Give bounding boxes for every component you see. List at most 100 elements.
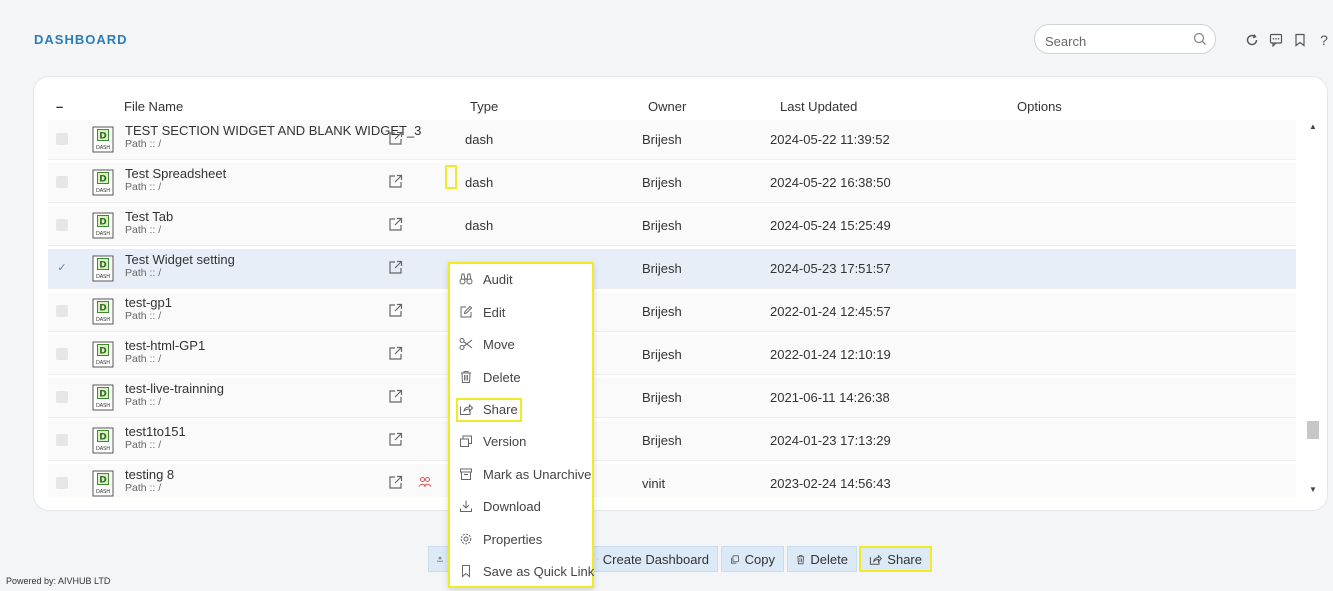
file-name[interactable]: TEST SECTION WIDGET AND BLANK WIDGET_3 (125, 123, 421, 138)
file-type: dash (465, 175, 494, 190)
table-row[interactable]: D DASH testing 8 Path :: / vinit 2023-02-… (48, 464, 1296, 497)
menu-item-share[interactable]: Share (456, 398, 522, 422)
select-all-toggle[interactable]: – (56, 99, 63, 114)
help-icon[interactable]: ? (1316, 32, 1332, 48)
open-external-icon[interactable] (388, 174, 403, 192)
menu-item-download[interactable]: Download (456, 496, 586, 518)
dashboard-file-icon: D DASH (92, 169, 114, 199)
table-row[interactable]: D DASH test-html-GP1 Path :: / Brijesh 20… (48, 335, 1296, 375)
menu-item-move[interactable]: Move (456, 334, 586, 356)
open-external-icon[interactable] (388, 432, 403, 450)
scroll-thumb[interactable] (1307, 421, 1319, 439)
svg-text:D: D (99, 476, 106, 486)
table-row[interactable]: D DASH Test Tab Path :: / dash Brijesh 20… (48, 206, 1296, 246)
archive-icon (459, 467, 473, 484)
table-scrollbar[interactable]: ▲ ▼ (1306, 120, 1320, 497)
share-button[interactable]: Share (859, 546, 932, 572)
menu-item-properties[interactable]: Properties (456, 529, 586, 551)
row-checkbox[interactable] (56, 133, 68, 145)
table-row-selected[interactable]: ✓ DDASH Test Widget setting Path :: / da… (48, 249, 1296, 289)
menu-item-audit[interactable]: Audit (456, 269, 586, 291)
column-last-updated[interactable]: Last Updated (780, 99, 857, 114)
scroll-down-arrow-icon[interactable]: ▼ (1306, 483, 1320, 497)
create-dashboard-button[interactable]: Create Dashboard (588, 546, 718, 572)
menu-item-save-as-quick-link[interactable]: Save as Quick Link (456, 561, 594, 583)
open-external-icon[interactable] (388, 260, 403, 278)
file-name[interactable]: Test Widget setting (125, 252, 235, 267)
dashboard-file-icon: D DASH (92, 126, 114, 156)
comment-icon[interactable] (1268, 32, 1284, 48)
table-row[interactable]: D DASH test-gp1 Path :: / Brijesh 2022-01… (48, 292, 1296, 332)
row-checkbox[interactable] (56, 305, 68, 317)
file-name[interactable]: test1to151 (125, 424, 186, 439)
row-checkbox[interactable] (56, 434, 68, 446)
menu-item-label: Version (483, 434, 527, 449)
menu-item-label: Download (483, 499, 541, 514)
file-last-updated: 2024-05-24 15:25:49 (770, 218, 891, 233)
row-checkbox[interactable] (56, 348, 68, 360)
column-type[interactable]: Type (470, 99, 498, 114)
menu-item-edit[interactable]: Edit (456, 302, 586, 324)
file-owner: Brijesh (642, 175, 682, 190)
file-name[interactable]: test-live-trainning (125, 381, 224, 396)
open-external-icon[interactable] (388, 475, 403, 493)
dashboard-file-icon: D DASH (92, 470, 114, 497)
file-name[interactable]: test-gp1 (125, 295, 172, 310)
open-external-icon[interactable] (388, 389, 403, 407)
search-input[interactable] (1043, 31, 1197, 51)
copy-button[interactable]: Copy (721, 546, 784, 572)
table-row[interactable]: D DASH Test Spreadsheet Path :: / dash Br… (48, 163, 1296, 203)
row-checkbox[interactable] (56, 477, 68, 489)
scroll-up-arrow-icon[interactable]: ▲ (1306, 120, 1320, 134)
share-label: Share (887, 551, 922, 567)
menu-item-label: Move (483, 337, 515, 352)
column-owner[interactable]: Owner (648, 99, 686, 114)
svg-text:DASH: DASH (96, 274, 110, 280)
binoculars-icon (459, 272, 473, 289)
column-file-name[interactable]: File Name (124, 99, 183, 114)
menu-item-version[interactable]: Version (456, 431, 586, 453)
row-checkbox-checked[interactable]: ✓ (56, 262, 68, 274)
svg-text:DASH: DASH (96, 145, 110, 151)
svg-text:D: D (99, 304, 106, 314)
file-last-updated: 2024-05-22 11:39:52 (770, 132, 890, 147)
svg-text:DASH: DASH (96, 188, 110, 194)
svg-text:D: D (99, 175, 106, 185)
delete-label: Delete (810, 551, 848, 567)
search-box[interactable] (1034, 24, 1216, 54)
file-path: Path :: / (125, 482, 162, 494)
file-last-updated: 2024-05-23 17:51:57 (770, 261, 891, 276)
row-checkbox[interactable] (56, 176, 68, 188)
open-external-icon[interactable] (388, 346, 403, 364)
open-external-icon[interactable] (388, 131, 403, 149)
table-row[interactable]: D DASH test1to151 Path :: / Brijesh 2024-… (48, 421, 1296, 461)
dashboard-file-icon: D DASH (92, 255, 114, 285)
open-external-icon[interactable] (388, 303, 403, 321)
row-checkbox[interactable] (56, 391, 68, 403)
delete-button[interactable]: Delete (787, 546, 857, 572)
svg-text:DASH: DASH (96, 446, 110, 452)
table-row[interactable]: D DASH TEST SECTION WIDGET AND BLANK WIDG… (48, 120, 1296, 160)
share-icon (459, 402, 474, 419)
bookmark-icon (459, 564, 473, 581)
edit-icon (459, 305, 473, 322)
menu-item-delete[interactable]: Delete (456, 367, 586, 389)
refresh-icon[interactable] (1244, 32, 1260, 48)
search-icon[interactable] (1193, 32, 1207, 51)
row-checkbox[interactable] (56, 219, 68, 231)
open-external-icon[interactable] (388, 217, 403, 235)
file-name[interactable]: test-html-GP1 (125, 338, 205, 353)
file-name[interactable]: Test Tab (125, 209, 173, 224)
download-icon (459, 499, 473, 516)
menu-item-mark-as-unarchive[interactable]: Mark as Unarchive (456, 464, 591, 486)
upload-icon (437, 556, 443, 562)
menu-item-label: Audit (483, 272, 513, 287)
file-name[interactable]: testing 8 (125, 467, 174, 482)
file-path: Path :: / (125, 224, 162, 236)
file-type: dash (465, 132, 494, 147)
bookmark-icon[interactable] (1292, 32, 1308, 48)
table-row[interactable]: D DASH test-live-trainning Path :: / Brij… (48, 378, 1296, 418)
file-last-updated: 2021-06-11 14:26:38 (770, 390, 890, 405)
file-name[interactable]: Test Spreadsheet (125, 166, 226, 181)
dashboard-file-icon: D DASH (92, 427, 114, 457)
